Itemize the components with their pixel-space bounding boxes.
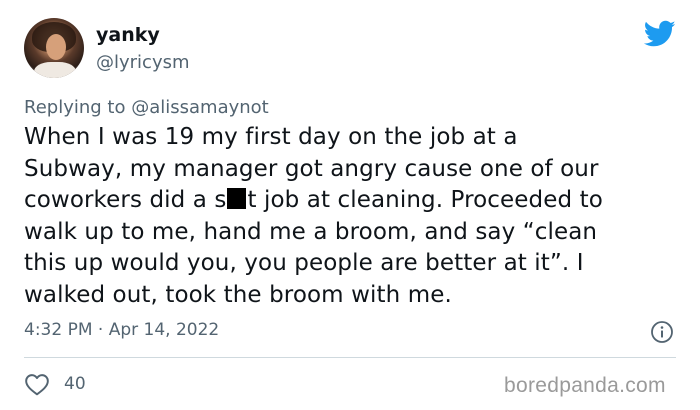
replying-to: Replying to @alissamaynot [24,97,269,118]
tweet-line: Subway, my manager got angry cause one o… [24,155,599,182]
tweet-line-part: t job at cleaning. Proceeded to [247,187,603,213]
tweet-card: yanky @lyricysm Replying to @alissamayno… [0,0,700,410]
tweet-line-censored: coworkers did a s t job at cleaning. Proc… [24,185,684,217]
tweet-line: When I was 19 my first day on the job at… [24,124,518,150]
replying-to-prefix: Replying to [24,97,126,118]
twitter-bird-icon[interactable] [644,20,676,48]
info-icon[interactable] [650,320,674,344]
heart-icon[interactable] [24,372,50,396]
tweet-line-part: coworkers did a s [24,187,227,213]
reply-mention-link[interactable]: @alissamaynot [131,97,269,118]
like-count: 40 [64,374,86,394]
divider [24,357,676,358]
censor-block [227,188,247,209]
tweet-line: this up would you, you people are better… [24,250,584,276]
author-handle[interactable]: @lyricysm [96,52,190,73]
watermark: boredpanda.com [504,374,666,397]
tweet-timestamp[interactable]: 4:32 PM · Apr 14, 2022 [24,320,219,340]
tweet-line: walk up to me, hand me a broom, and say … [24,218,598,245]
avatar[interactable] [24,18,84,78]
tweet-text: When I was 19 my first day on the job at… [24,122,684,311]
tweet-line: walked out, took the broom with me. [24,281,452,308]
author-display-name[interactable]: yanky [96,24,160,46]
